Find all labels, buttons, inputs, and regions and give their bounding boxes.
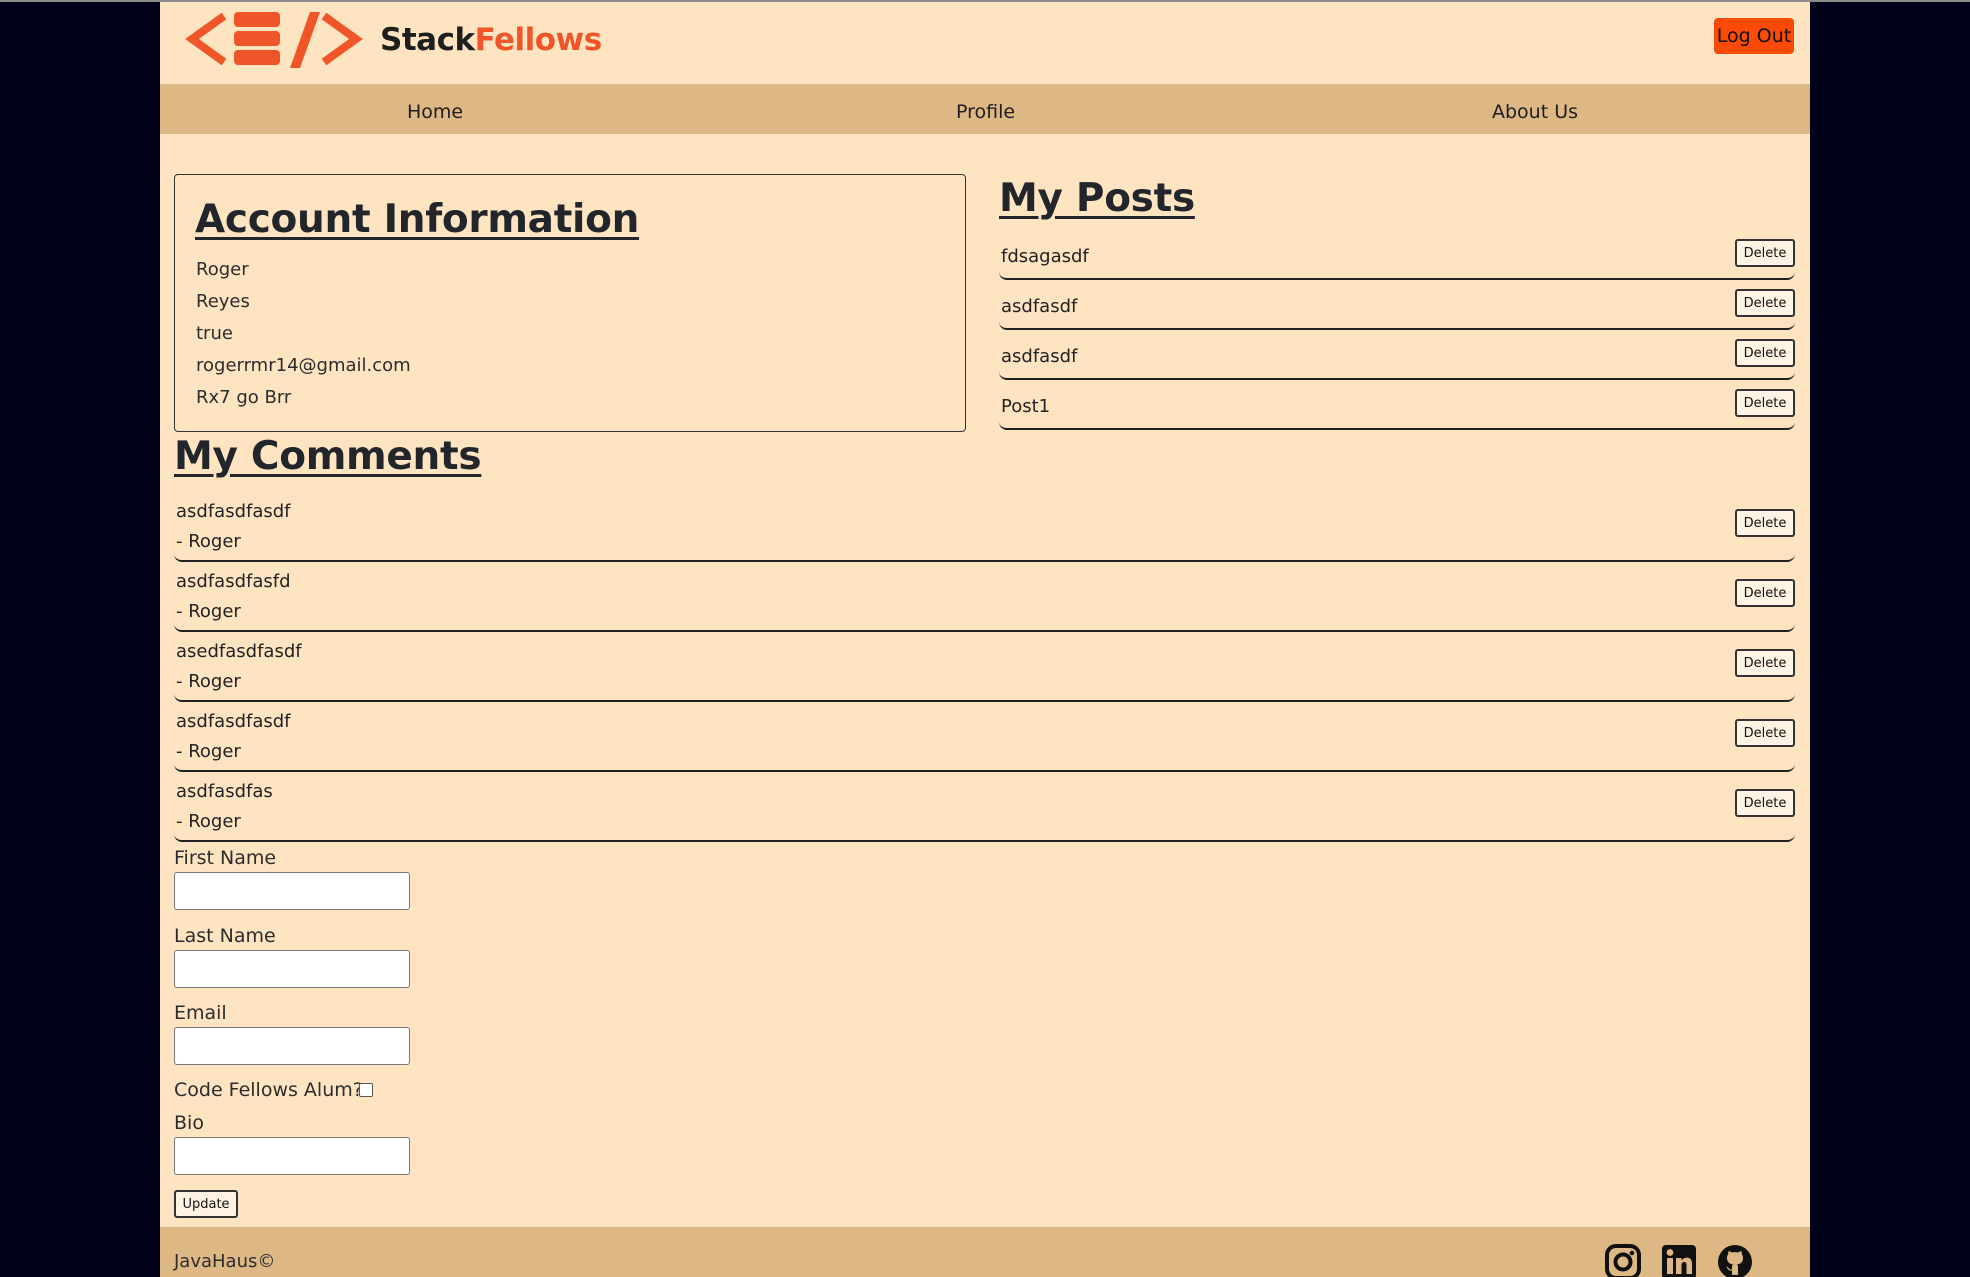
email-input[interactable] bbox=[174, 1027, 410, 1065]
account-information-card: Account Information Roger Reyes true rog… bbox=[174, 174, 966, 432]
comment-row: asdfasdfasfd - Roger Delete bbox=[174, 562, 1795, 632]
account-email: rogerrmr14@gmail.com bbox=[196, 355, 411, 376]
comment-text: asdfasdfasdf bbox=[176, 501, 291, 522]
first-name-input[interactable] bbox=[174, 872, 410, 910]
comment-row: asdfasdfasdf - Roger Delete bbox=[174, 702, 1795, 772]
post-title[interactable]: asdfasdf bbox=[1001, 346, 1077, 367]
post-row: fdsagasdf Delete bbox=[999, 238, 1795, 280]
alum-checkbox[interactable] bbox=[359, 1083, 373, 1097]
account-alum-status: true bbox=[196, 323, 233, 344]
bio-label: Bio bbox=[174, 1112, 204, 1134]
code-logo-icon bbox=[185, 12, 363, 68]
logout-button[interactable]: Log Out bbox=[1714, 18, 1794, 54]
first-name-label: First Name bbox=[174, 847, 277, 869]
account-last-name: Reyes bbox=[196, 291, 250, 312]
post-title[interactable]: fdsagasdf bbox=[1001, 246, 1089, 267]
github-icon[interactable] bbox=[1716, 1243, 1754, 1277]
delete-post-button[interactable]: Delete bbox=[1735, 389, 1795, 417]
nav-item-profile[interactable]: Profile bbox=[956, 84, 1015, 134]
last-name-input[interactable] bbox=[174, 950, 410, 988]
delete-comment-button[interactable]: Delete bbox=[1735, 579, 1795, 607]
comment-text: asdfasdfasdf bbox=[176, 711, 291, 732]
comment-author: - Roger bbox=[176, 531, 241, 552]
linkedin-icon[interactable] bbox=[1660, 1243, 1698, 1277]
comment-text: asdfasdfas bbox=[176, 781, 273, 802]
nav-item-about-us[interactable]: About Us bbox=[1492, 84, 1578, 134]
nav-bar: Home Profile About Us bbox=[160, 84, 1810, 134]
bio-input[interactable] bbox=[174, 1137, 410, 1175]
delete-post-button[interactable]: Delete bbox=[1735, 339, 1795, 367]
comment-text: asedfasdfasdf bbox=[176, 641, 302, 662]
delete-comment-button[interactable]: Delete bbox=[1735, 719, 1795, 747]
my-posts-title: My Posts bbox=[999, 176, 1195, 221]
comment-row: asdfasdfas - Roger Delete bbox=[174, 772, 1795, 842]
post-title[interactable]: Post1 bbox=[1001, 396, 1050, 417]
post-row: asdfasdf Delete bbox=[999, 330, 1795, 380]
post-title[interactable]: asdfasdf bbox=[1001, 296, 1077, 317]
email-label: Email bbox=[174, 1002, 227, 1024]
post-row: asdfasdf Delete bbox=[999, 280, 1795, 330]
brand-name: StackFellows bbox=[380, 22, 602, 58]
post-row: Post1 Delete bbox=[999, 380, 1795, 430]
brand-part-stack: Stack bbox=[380, 22, 475, 58]
comment-author: - Roger bbox=[176, 601, 241, 622]
account-first-name: Roger bbox=[196, 259, 249, 280]
comment-row: asedfasdfasdf - Roger Delete bbox=[174, 632, 1795, 702]
instagram-icon[interactable] bbox=[1604, 1243, 1642, 1277]
delete-comment-button[interactable]: Delete bbox=[1735, 789, 1795, 817]
delete-post-button[interactable]: Delete bbox=[1735, 289, 1795, 317]
delete-comment-button[interactable]: Delete bbox=[1735, 649, 1795, 677]
my-comments-title: My Comments bbox=[174, 434, 482, 479]
delete-comment-button[interactable]: Delete bbox=[1735, 509, 1795, 537]
brand-part-fellows: Fellows bbox=[474, 22, 603, 58]
comment-author: - Roger bbox=[176, 811, 241, 832]
copyright-text: JavaHaus© bbox=[174, 1251, 276, 1272]
account-information-title: Account Information bbox=[195, 197, 640, 242]
delete-post-button[interactable]: Delete bbox=[1735, 239, 1795, 267]
comment-author: - Roger bbox=[176, 741, 241, 762]
comment-row: asdfasdfasdf - Roger Delete bbox=[174, 492, 1795, 562]
logo[interactable]: StackFellows bbox=[184, 8, 602, 70]
footer: JavaHaus© bbox=[160, 1227, 1810, 1277]
comment-text: asdfasdfasfd bbox=[176, 571, 291, 592]
update-button[interactable]: Update bbox=[174, 1190, 238, 1218]
last-name-label: Last Name bbox=[174, 925, 276, 947]
header: StackFellows Log Out bbox=[160, 2, 1810, 84]
account-bio: Rx7 go Brr bbox=[196, 387, 292, 408]
nav-item-home[interactable]: Home bbox=[407, 84, 463, 134]
page: StackFellows Log Out Home Profile About … bbox=[160, 2, 1810, 1277]
comment-author: - Roger bbox=[176, 671, 241, 692]
alum-label: Code Fellows Alum? bbox=[174, 1079, 363, 1101]
